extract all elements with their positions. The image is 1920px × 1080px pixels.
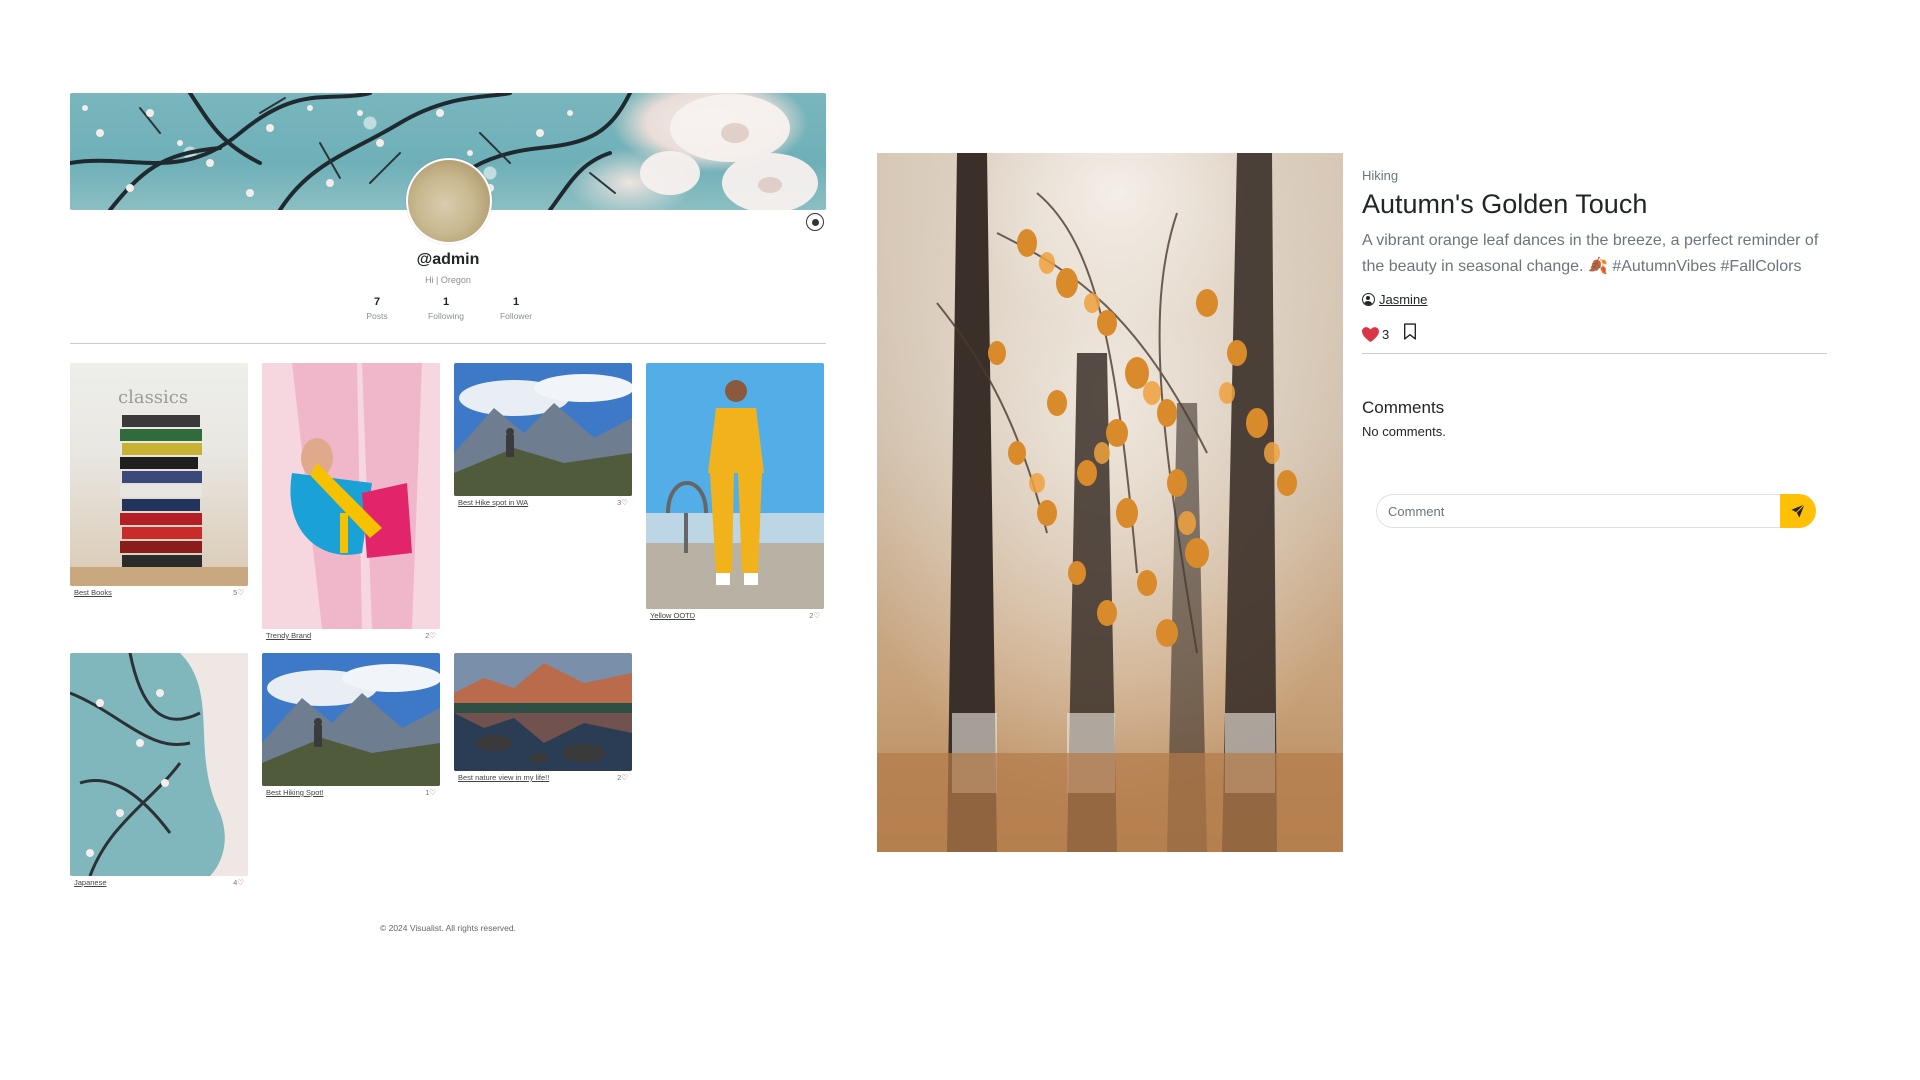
stat-following[interactable]: 1 Following: [416, 296, 476, 321]
post-meta: Yellow OOTD 2♡: [646, 611, 824, 620]
bookmark-button[interactable]: [1403, 323, 1417, 345]
post-description: A vibrant orange leaf dances in the bree…: [1362, 232, 1819, 275]
no-comments-text: No comments.: [1362, 424, 1446, 439]
stat-following-value: 1: [442, 296, 450, 308]
grid-post[interactable]: Yellow OOTD 2♡: [646, 363, 824, 620]
mountain-graphic: [454, 363, 632, 496]
heart-filled-icon: [1362, 326, 1379, 342]
heart-outline-icon: ♡: [621, 773, 628, 782]
post-thumbnail-lake[interactable]: [454, 653, 632, 771]
post-author[interactable]: Jasmine: [1362, 292, 1827, 307]
stat-follower-label: Follower: [499, 311, 533, 321]
grid-post[interactable]: Trendy Brand 2♡: [262, 363, 440, 640]
profile-username: @admin: [416, 251, 480, 268]
post-caption[interactable]: Japanese: [74, 878, 107, 887]
mountain-graphic: [262, 653, 440, 786]
post-meta: Best Books 5♡: [70, 588, 248, 597]
post-thumbnail-books[interactable]: classics: [70, 363, 248, 586]
heart-outline-icon: ♡: [621, 498, 628, 507]
stat-posts-value: 7: [373, 296, 381, 308]
post-caption[interactable]: Best nature view in my life!!: [458, 773, 549, 782]
post-meta: Japanese 4♡: [70, 878, 248, 887]
post-thumbnail-mountain[interactable]: [262, 653, 440, 786]
post-meta: Best Hiking Spot! 1♡: [262, 788, 440, 797]
send-icon: [1791, 504, 1805, 518]
user-circle-icon: [1362, 293, 1375, 306]
grid-post[interactable]: Best nature view in my life!! 2♡: [454, 653, 632, 782]
post-meta: Trendy Brand 2♡: [262, 631, 440, 640]
blossom-graphic: [70, 653, 248, 876]
post-caption[interactable]: Best Hike spot in WA: [458, 498, 528, 507]
post-thumbnail-mountain[interactable]: [454, 363, 632, 496]
post-meta: Best nature view in my life!! 2♡: [454, 773, 632, 782]
comments-heading: Comments: [1362, 398, 1445, 417]
like-button[interactable]: 3: [1362, 327, 1389, 342]
post-meta: Best Hike spot in WA 3♡: [454, 498, 632, 507]
post-caption[interactable]: Trendy Brand: [266, 631, 311, 640]
profile-section: @admin Hi | Oregon 7 Posts 1 Following 1…: [70, 93, 826, 933]
avatar: [406, 158, 492, 244]
post-likes: 2♡: [617, 773, 628, 782]
heart-outline-icon: ♡: [237, 878, 244, 887]
settings-icon-center: [811, 218, 819, 226]
bookmark-icon: [1404, 323, 1417, 340]
autumn-trees-graphic: [877, 153, 1343, 852]
post-caption[interactable]: Best Books: [74, 588, 112, 597]
grid-post[interactable]: Japanese 4♡: [70, 653, 248, 887]
like-count: 3: [1382, 326, 1390, 342]
yellow-outfit-graphic: [646, 363, 824, 609]
post-thumbnail-fashion[interactable]: [262, 363, 440, 629]
post-category[interactable]: Hiking: [1362, 168, 1827, 183]
post-thumbnail-blossom[interactable]: [70, 653, 248, 876]
grid-post[interactable]: Best Hiking Spot! 1♡: [262, 653, 440, 797]
post-title: Autumn's Golden Touch: [1362, 189, 1648, 219]
send-comment-button[interactable]: [1780, 494, 1816, 528]
post-likes: 1♡: [425, 788, 436, 797]
stat-posts: 7 Posts: [347, 296, 407, 321]
post-thumbnail-yellow[interactable]: [646, 363, 824, 609]
stat-follower-value: 1: [512, 296, 520, 308]
post-detail-panel: Hiking Autumn's Golden Touch A vibrant o…: [1362, 168, 1827, 528]
books-graphic: classics: [70, 387, 248, 586]
post-likes: 2♡: [809, 611, 820, 620]
comment-input[interactable]: [1376, 494, 1780, 528]
settings-icon[interactable]: [806, 213, 824, 231]
footer-copyright: © 2024 Visualist. All rights reserved.: [379, 923, 517, 933]
post-image: [877, 153, 1343, 852]
heart-outline-icon: ♡: [429, 631, 436, 640]
lake-graphic: [454, 653, 632, 771]
heart-outline-icon: ♡: [429, 788, 436, 797]
profile-divider: [70, 343, 826, 344]
post-likes: 3♡: [617, 498, 628, 507]
author-name[interactable]: Jasmine: [1379, 292, 1427, 307]
profile-bio: Hi | Oregon: [425, 275, 471, 285]
stat-follower[interactable]: 1 Follower: [486, 296, 546, 321]
grid-post[interactable]: classics Best Books 5♡: [70, 363, 248, 597]
fashion-graphic: [262, 363, 440, 629]
svg-text:classics: classics: [118, 387, 188, 408]
post-caption[interactable]: Best Hiking Spot!: [266, 788, 324, 797]
stat-following-label: Following: [428, 311, 464, 321]
post-likes: 5♡: [233, 588, 244, 597]
stat-posts-label: Posts: [366, 311, 388, 321]
post-caption[interactable]: Yellow OOTD: [650, 611, 695, 620]
post-actions: 3: [1362, 323, 1827, 354]
grid-post[interactable]: Best Hike spot in WA 3♡: [454, 363, 632, 507]
post-likes: 2♡: [425, 631, 436, 640]
heart-outline-icon: ♡: [237, 588, 244, 597]
heart-outline-icon: ♡: [813, 611, 820, 620]
post-likes: 4♡: [233, 878, 244, 887]
comment-form: [1376, 494, 1816, 528]
